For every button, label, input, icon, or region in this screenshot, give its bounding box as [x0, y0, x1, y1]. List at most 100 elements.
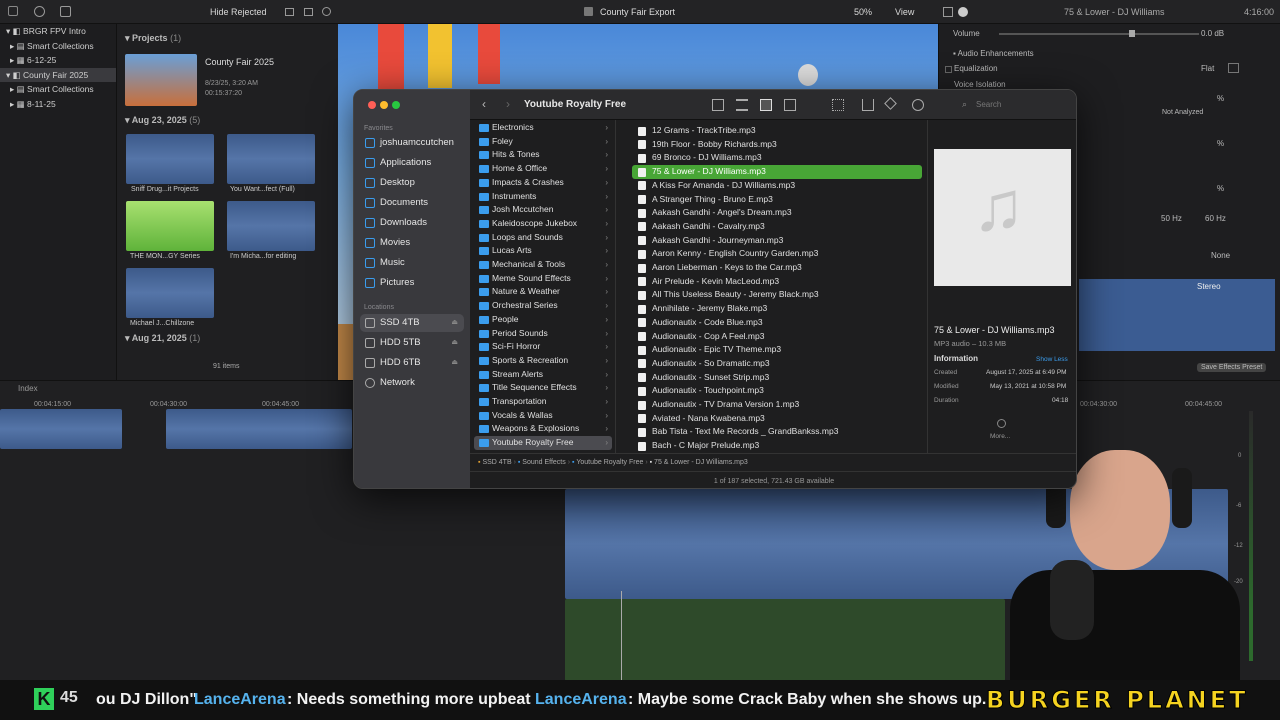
file-row[interactable]: Air Prelude - Kevin MacLeod.mp3 [632, 275, 922, 289]
folder-row[interactable]: Vocals & Wallas › [474, 409, 612, 423]
video-clip-thumbnail[interactable] [126, 201, 214, 251]
volume-value[interactable]: 0.0 dB [1201, 29, 1224, 38]
folder-row[interactable]: Mechanical & Tools › [474, 258, 612, 272]
more-actions-icon[interactable] [912, 99, 924, 111]
sidebar-item-joshuamccutchen[interactable]: joshuamccutchen [360, 134, 464, 152]
path-item[interactable]: Sound Effects [522, 459, 565, 466]
minimize-button[interactable] [380, 101, 388, 109]
view-menu[interactable]: View [895, 7, 914, 17]
audio-clip[interactable] [565, 599, 1005, 681]
folder-row[interactable]: Sci-Fi Horror › [474, 340, 612, 354]
eq-value[interactable]: Flat [1201, 64, 1214, 73]
audio-clip-thumbnail[interactable] [227, 134, 315, 184]
show-less-link[interactable]: Show Less [1036, 356, 1068, 363]
folder-row[interactable]: Hits & Tones › [474, 148, 612, 162]
folder-row[interactable]: People › [474, 313, 612, 327]
folder-row[interactable]: Stream Alerts › [474, 368, 612, 382]
folder-row[interactable]: Instruments › [474, 190, 612, 204]
frequency-value[interactable]: 60 Hz [1205, 214, 1226, 223]
path-item[interactable]: 75 & Lower - DJ Williams.mp3 [654, 459, 748, 466]
tag-icon[interactable] [884, 97, 897, 110]
sidebar-item-documents[interactable]: Documents [360, 194, 464, 212]
file-row[interactable]: Bach - C Major Prelude.mp3 [632, 439, 922, 453]
event-group-header[interactable]: ▾ Aug 23, 2025 (5) [125, 115, 200, 126]
folder-row[interactable]: Sports & Recreation › [474, 354, 612, 368]
stereo-dropdown[interactable]: Stereo [1197, 282, 1221, 291]
folder-row[interactable]: Kaleidoscope Jukebox › [474, 217, 612, 231]
file-row[interactable]: Aakash Gandhi - Angel's Dream.mp3 [632, 206, 922, 220]
sidebar-item-movies[interactable]: Movies [360, 234, 464, 252]
path-item[interactable]: Youtube Royalty Free [576, 459, 643, 466]
titles-icon[interactable] [60, 6, 71, 17]
index-button[interactable]: Index [18, 384, 38, 393]
file-row[interactable]: Aaron Kenny - English Country Garden.mp3 [632, 247, 922, 261]
volume-slider-knob[interactable] [1129, 30, 1135, 37]
sidebar-item-hdd-6tb[interactable]: HDD 6TB ⏏ [360, 354, 464, 372]
file-row[interactable]: Audionautix - Sunset Strip.mp3 [632, 371, 922, 385]
library-item[interactable]: ▸ ▦ 8-11-25 [0, 97, 116, 112]
forward-button[interactable]: › [506, 97, 510, 111]
folder-row[interactable]: Foley › [474, 135, 612, 149]
folder-row[interactable]: Nature & Weather › [474, 285, 612, 299]
more-button[interactable]: More... [990, 433, 1010, 440]
volume-slider[interactable] [999, 33, 1199, 35]
search-icon[interactable] [322, 7, 331, 16]
file-row[interactable]: 12 Grams - TrackTribe.mp3 [632, 124, 922, 138]
project-thumbnail[interactable] [125, 54, 197, 106]
pan-mode-value[interactable]: None [1211, 251, 1230, 260]
eject-icon[interactable]: ⏏ [451, 354, 458, 372]
sidebar-item-network[interactable]: Network [360, 374, 464, 392]
gallery-view-icon[interactable] [784, 99, 796, 111]
sidebar-item-music[interactable]: Music [360, 254, 464, 272]
file-row[interactable]: 69 Bronco - DJ Williams.mp3 [632, 151, 922, 165]
search-field[interactable]: ⌕ Search [956, 97, 1072, 113]
library-item[interactable]: ▾ ◧ BRGR FPV Intro [0, 24, 116, 39]
eject-icon[interactable]: ⏏ [451, 314, 458, 332]
library-item[interactable]: ▸ ▦ 6-12-25 [0, 53, 116, 68]
event-group-header[interactable]: ▾ Aug 21, 2025 (1) [125, 333, 200, 344]
file-row[interactable]: Aviated - Nana Kwabena.mp3 [632, 412, 922, 426]
project-title[interactable]: County Fair 2025 [205, 57, 274, 67]
audio-inspector-icon[interactable] [943, 7, 953, 17]
info-icon[interactable] [958, 7, 968, 17]
save-effects-preset-button[interactable]: Save Effects Preset [1197, 363, 1267, 372]
library-item[interactable]: ▾ ◧ County Fair 2025 [0, 67, 116, 82]
sidebar-item-desktop[interactable]: Desktop [360, 174, 464, 192]
folder-row[interactable]: Period Sounds › [474, 327, 612, 341]
folder-row[interactable]: Meme Sound Effects › [474, 272, 612, 286]
folder-row[interactable]: Loops and Sounds › [474, 231, 612, 245]
audio-clip-thumbnail[interactable] [126, 268, 214, 318]
playhead[interactable] [621, 591, 622, 681]
zoom-button[interactable] [392, 101, 400, 109]
folder-row[interactable]: Impacts & Crashes › [474, 176, 612, 190]
list-view-icon[interactable] [304, 8, 313, 16]
share-icon[interactable] [862, 99, 874, 111]
folder-row[interactable]: Orchestral Series › [474, 299, 612, 313]
file-row[interactable]: 75 & Lower - DJ Williams.mp3 [632, 165, 922, 179]
file-row[interactable]: Aakash Gandhi - Journeyman.mp3 [632, 234, 922, 248]
file-row[interactable]: Bab Tista - Text Me Records _ GrandBanks… [632, 425, 922, 439]
file-row[interactable]: A Kiss For Amanda - DJ Williams.mp3 [632, 179, 922, 193]
equalization-checkbox[interactable] [945, 66, 952, 73]
icon-view-icon[interactable] [712, 99, 724, 111]
file-row[interactable]: 19th Floor - Bobby Richards.mp3 [632, 138, 922, 152]
file-row[interactable]: Audionautix - So Dramatic.mp3 [632, 357, 922, 371]
file-row[interactable]: Audionautix - TV Drama Version 1.mp3 [632, 398, 922, 412]
file-row[interactable]: Aaron Lieberman - Keys to the Car.mp3 [632, 261, 922, 275]
file-row[interactable]: A Stranger Thing - Bruno E.mp3 [632, 193, 922, 207]
file-row[interactable]: Audionautix - Epic TV Theme.mp3 [632, 343, 922, 357]
library-icon[interactable] [8, 6, 18, 16]
library-item[interactable]: ▸ ▤ Smart Collections [0, 39, 116, 54]
projects-header[interactable]: ▾ Projects (1) [125, 33, 181, 44]
surround-panner[interactable] [1079, 279, 1275, 351]
sidebar-item-ssd-4tb[interactable]: SSD 4TB ⏏ [360, 314, 464, 332]
audio-clip[interactable] [166, 409, 352, 449]
audio-clip-thumbnail[interactable] [126, 134, 214, 184]
folder-row[interactable]: Electronics › [474, 121, 612, 135]
folder-row[interactable]: Lucas Arts › [474, 244, 612, 258]
file-row[interactable]: All This Useless Beauty - Jeremy Black.m… [632, 288, 922, 302]
sidebar-item-pictures[interactable]: Pictures [360, 274, 464, 292]
close-button[interactable] [368, 101, 376, 109]
file-row[interactable]: Audionautix - Code Blue.mp3 [632, 316, 922, 330]
more-icon[interactable] [997, 419, 1006, 428]
